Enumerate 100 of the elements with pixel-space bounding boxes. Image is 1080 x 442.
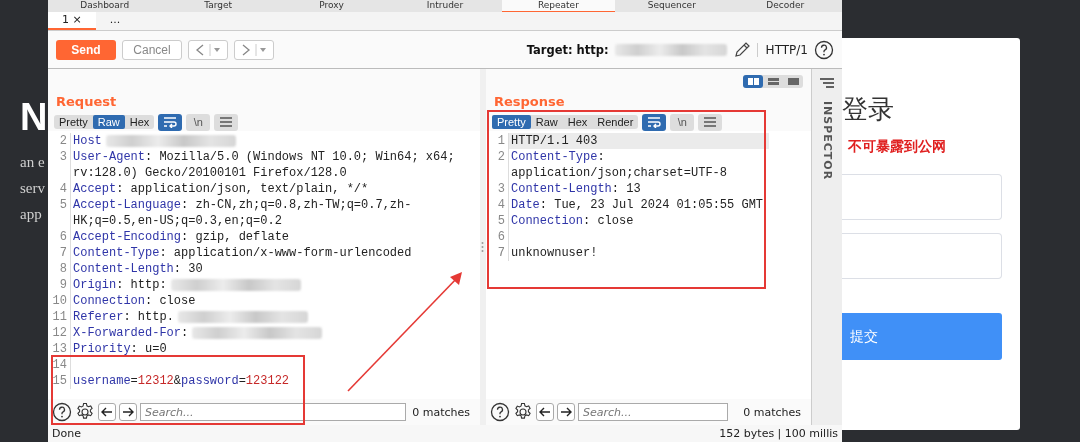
menu-button[interactable] [698,113,723,131]
menu-icon [703,116,718,128]
code-line: HTTP/1.1 403 [511,134,598,148]
forward-button[interactable] [234,39,274,60]
wrap-icon [163,116,178,128]
tool-tab[interactable]: Proxy [274,0,389,12]
layout-icon [766,77,780,86]
layout-icon [786,77,800,86]
wrap-lines-button[interactable] [642,113,667,131]
code-line: Content-Length: 30 [73,262,203,276]
line-number: 3 [58,149,68,166]
code-line: Date: Tue, 23 Jul 2024 01:05:55 GMT [511,198,764,212]
help-icon[interactable] [814,39,834,60]
menu-icon[interactable] [819,77,836,89]
code-line: Connection: close [511,214,634,228]
pane-title: Response [494,94,565,109]
tool-tab[interactable]: Decoder [728,0,842,12]
view-tab[interactable]: Pretty [492,115,531,129]
view-tab[interactable]: Pretty [54,115,93,129]
page-text: serv [20,179,46,198]
input-field[interactable] [842,174,1002,220]
wrap-icon [647,116,662,128]
next-button[interactable] [119,403,137,421]
line-number: 12 [51,325,68,341]
code-line: Content-Type: application/json;charset=UTF-8 [511,150,728,180]
line-number: 1 [496,133,506,149]
page-text: app [20,205,43,224]
code-line: Origin: http: [73,278,167,292]
view-tab[interactable]: Hex [562,115,593,129]
match-count: 0 matches [743,405,803,419]
view-tab[interactable]: Render [592,115,639,129]
line-number: 10 [51,293,68,309]
help-icon[interactable] [490,402,510,422]
protocol-label[interactable]: HTTP/1 [756,42,808,57]
search-field[interactable]: Search... [578,403,728,421]
code-line: User-Agent: Mozilla/5.0 (Windows NT 10.0; Win64; x64; rv:128.0) Gecko/20100101 Firefox/128.0 [73,150,455,180]
layout-icon [746,77,760,86]
cancel-button[interactable]: Cancel [122,39,182,60]
menu-icon [219,116,234,128]
settings-icon[interactable] [513,402,533,422]
newline-toggle[interactable]: \n [670,113,695,131]
search-field[interactable]: Search... [140,403,406,421]
page-heading: N [20,95,48,139]
code-line: Content-Type: application/x-www-form-urlencoded [73,246,412,260]
code-line: Accept-Language: zh-CN,zh;q=0.8,zh-TW;q=0.7,zh-HK;q=0.5,en-US;q=0.3,en;q=0.2 [73,198,412,228]
input-field[interactable] [842,233,1002,279]
inspector-tab[interactable]: INSPECTOR [820,101,834,181]
arrow-left-icon [539,407,551,417]
code-line: unknownuser! [511,246,598,260]
line-number: 15 [51,373,68,389]
line-number: 11 [51,309,68,325]
request-tab[interactable]: ... [95,12,135,30]
next-button[interactable] [557,403,575,421]
line-number: 2 [58,133,68,149]
tool-tab[interactable]: Repeater [501,0,616,12]
previous-button[interactable] [98,403,116,421]
layout-button[interactable] [743,75,764,88]
line-number: 4 [496,197,506,213]
help-icon[interactable] [52,402,72,422]
line-number: 2 [496,149,506,166]
status-text: Done [52,427,81,440]
code-line: Content-Length: 13 [511,182,641,196]
view-tab[interactable]: Raw [92,115,125,129]
back-button[interactable] [188,39,228,60]
line-number: 13 [51,341,68,357]
target-label: Target: http: [526,42,609,57]
page-text: an e [20,153,46,172]
line-number: 6 [496,229,506,245]
previous-button[interactable] [536,403,554,421]
settings-icon[interactable] [75,402,95,422]
code-line: Accept-Encoding: gzip, deflate [73,230,290,244]
line-number: 7 [58,245,68,261]
arrow-right-icon [122,407,134,417]
newline-toggle[interactable]: \n [186,113,211,131]
view-tab[interactable]: Raw [530,115,563,129]
line-number: 6 [58,229,68,245]
tool-tab[interactable]: Sequencer [615,0,729,12]
line-number: 7 [496,245,506,261]
tool-tab[interactable]: Intruder [388,0,502,12]
code-line: Connection: close [73,294,196,308]
line-number: 3 [496,181,506,197]
request-tab[interactable]: 1 × [48,12,96,30]
arrow-left-icon [101,407,113,417]
code-line: Host [73,134,102,148]
warning-text: 不可暴露到公网 [848,138,947,156]
view-tab[interactable]: Hex [124,115,155,129]
code-line: Priority: u=0 [73,342,167,356]
line-number: 14 [51,357,68,373]
menu-button[interactable] [214,113,239,131]
splitter-handle-icon[interactable] [481,241,485,253]
line-number: 4 [58,181,68,197]
line-number: 5 [496,213,506,229]
match-count: 0 matches [412,405,471,419]
tool-tab[interactable]: Dashboard [48,0,162,12]
tool-tab[interactable]: Target [161,0,275,12]
code-line: Referer: http. [73,310,174,324]
arrow-right-icon [560,407,572,417]
line-number: 9 [58,277,68,293]
wrap-lines-button[interactable] [158,113,183,131]
pencil-icon[interactable] [732,40,751,59]
